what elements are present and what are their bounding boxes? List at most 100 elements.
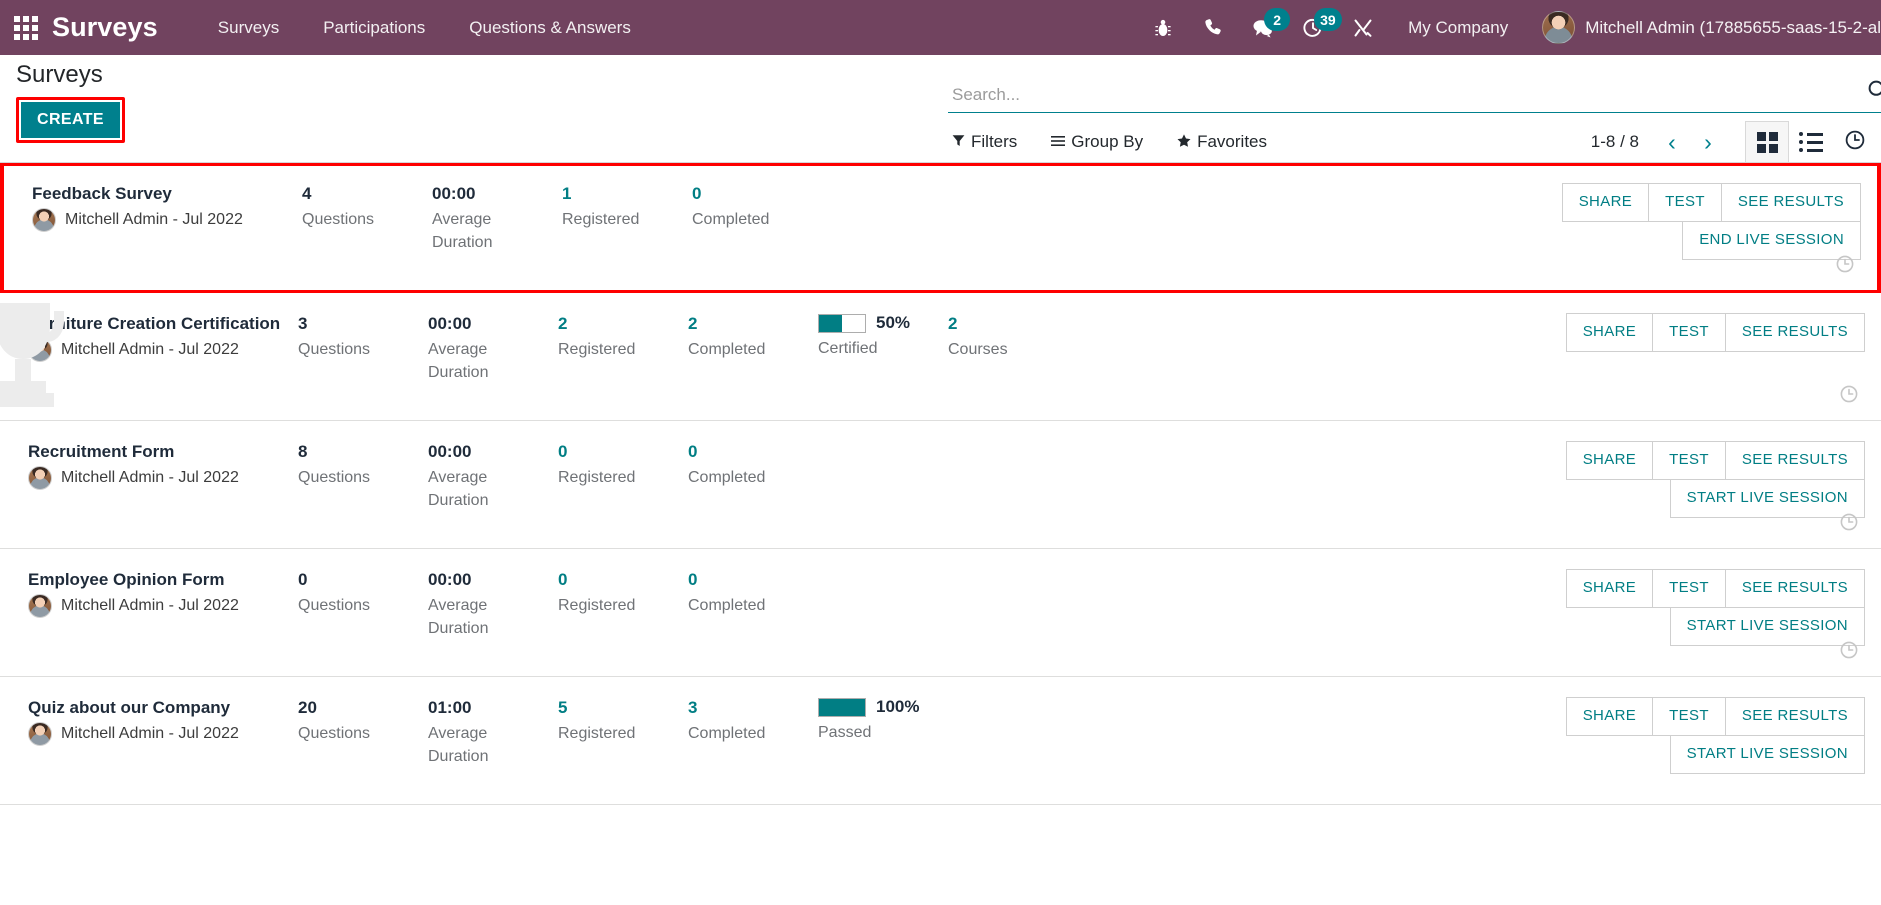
company-selector[interactable]: My Company	[1388, 0, 1528, 55]
row-actions-primary: SHARE TEST SEE RESULTS	[1565, 441, 1865, 480]
stat-registered: 2 Registered	[558, 311, 688, 361]
nav-item-questions-answers[interactable]: Questions & Answers	[447, 0, 653, 55]
test-button[interactable]: TEST	[1652, 569, 1726, 608]
chat-icon[interactable]: 2	[1238, 0, 1291, 55]
control-panel: Surveys CREATE Filters	[0, 55, 1881, 163]
record-name[interactable]: Furniture Creation Certification	[28, 312, 298, 336]
start-live-session-button[interactable]: START LIVE SESSION	[1669, 606, 1865, 646]
stat-questions: 20 Questions	[298, 695, 428, 745]
stat-completed: 0 Completed	[692, 181, 822, 231]
registered-value[interactable]: 2	[558, 312, 688, 336]
user-name-label: Mitchell Admin (17885655-saas-15-2-al	[1585, 17, 1881, 37]
table-row[interactable]: Feedback Survey Mitchell Admin - Jul 202…	[0, 163, 1881, 293]
test-button[interactable]: TEST	[1652, 697, 1726, 736]
progress-bar	[818, 697, 866, 717]
share-button[interactable]: SHARE	[1565, 697, 1654, 736]
main-nav-menu: Surveys Participations Questions & Answe…	[196, 0, 653, 55]
questions-label: Questions	[298, 597, 371, 615]
list-icon	[1799, 132, 1823, 152]
completed-value[interactable]: 0	[688, 568, 818, 592]
share-button[interactable]: SHARE	[1565, 569, 1654, 608]
completed-value[interactable]: 0	[688, 440, 818, 464]
completed-value[interactable]: 3	[688, 696, 818, 720]
activity-clock-icon[interactable]	[1835, 254, 1855, 279]
table-row[interactable]: Quiz about our Company Mitchell Admin - …	[0, 677, 1881, 805]
see-results-button[interactable]: SEE RESULTS	[1720, 183, 1861, 222]
stat-average-duration: 01:00 Average Duration	[428, 695, 558, 769]
see-results-button[interactable]: SEE RESULTS	[1724, 569, 1865, 608]
activity-clock-view-icon	[1844, 129, 1866, 156]
record-author-label: Mitchell Admin - Jul 2022	[61, 725, 239, 743]
record-name[interactable]: Employee Opinion Form	[28, 568, 298, 592]
create-button[interactable]: CREATE	[21, 101, 120, 138]
activity-clock-icon[interactable]	[1839, 640, 1859, 665]
record-author-label: Mitchell Admin - Jul 2022	[65, 211, 243, 229]
user-menu[interactable]: Mitchell Admin (17885655-saas-15-2-al	[1528, 0, 1881, 55]
record-name[interactable]: Recruitment Form	[28, 440, 298, 464]
pager-area: 1-8 / 8 ‹ ›	[1591, 121, 1881, 163]
tools-icon[interactable]	[1338, 0, 1388, 55]
row-actions-primary: SHARE TEST SEE RESULTS	[1561, 183, 1861, 222]
record-title-block: Quiz about our Company Mitchell Admin - …	[28, 695, 298, 747]
stat-average-duration: 00:00 Average Duration	[428, 567, 558, 641]
row-actions-primary: SHARE TEST SEE RESULTS	[1565, 313, 1865, 352]
phone-icon[interactable]	[1188, 0, 1238, 55]
see-results-button[interactable]: SEE RESULTS	[1724, 313, 1865, 352]
completed-value[interactable]: 0	[692, 182, 822, 206]
search-bar[interactable]	[948, 67, 1881, 113]
table-row[interactable]: Employee Opinion Form Mitchell Admin - J…	[0, 549, 1881, 677]
bug-icon[interactable]	[1138, 0, 1188, 55]
nav-item-surveys[interactable]: Surveys	[196, 0, 301, 55]
courses-value[interactable]: 2	[948, 312, 1068, 336]
activity-clock-icon[interactable]	[1839, 512, 1859, 537]
favorites-label: Favorites	[1197, 132, 1268, 151]
search-input[interactable]	[952, 85, 1881, 112]
share-button[interactable]: SHARE	[1561, 183, 1650, 222]
star-icon	[1177, 133, 1191, 151]
share-button[interactable]: SHARE	[1565, 441, 1654, 480]
group-by-dropdown[interactable]: Group By	[1051, 132, 1143, 152]
test-button[interactable]: TEST	[1652, 441, 1726, 480]
activity-clock-icon[interactable]	[1839, 384, 1859, 409]
record-author-label: Mitchell Admin - Jul 2022	[61, 341, 239, 359]
test-button[interactable]: TEST	[1648, 183, 1722, 222]
apps-menu-button[interactable]	[0, 0, 52, 55]
avatar	[28, 338, 52, 363]
test-button[interactable]: TEST	[1652, 313, 1726, 352]
activity-clock-icon[interactable]: 39	[1288, 0, 1342, 55]
start-live-session-button[interactable]: START LIVE SESSION	[1669, 478, 1865, 518]
search-icon[interactable]	[1867, 79, 1881, 106]
registered-value[interactable]: 1	[562, 182, 692, 206]
favorites-dropdown[interactable]: Favorites	[1177, 132, 1267, 152]
list-view-button[interactable]	[1789, 121, 1833, 163]
registered-value[interactable]: 5	[558, 696, 688, 720]
stat-average-duration: 00:00 Average Duration	[428, 311, 558, 385]
see-results-button[interactable]: SEE RESULTS	[1724, 441, 1865, 480]
record-name[interactable]: Feedback Survey	[32, 182, 302, 206]
registered-label: Registered	[558, 597, 636, 615]
registered-value[interactable]: 0	[558, 440, 688, 464]
stat-questions: 8 Questions	[298, 439, 428, 489]
pager-next-button[interactable]: ›	[1691, 125, 1725, 159]
registered-label: Registered	[562, 211, 640, 229]
filters-dropdown[interactable]: Filters	[952, 132, 1017, 152]
record-name[interactable]: Quiz about our Company	[28, 696, 298, 720]
pager-previous-button[interactable]: ‹	[1655, 125, 1689, 159]
activity-view-button[interactable]	[1833, 121, 1877, 163]
nav-item-participations[interactable]: Participations	[301, 0, 447, 55]
start-live-session-button[interactable]: START LIVE SESSION	[1669, 734, 1865, 774]
passed-percent: 100%	[876, 697, 920, 716]
table-row[interactable]: Recruitment Form Mitchell Admin - Jul 20…	[0, 421, 1881, 549]
share-button[interactable]: SHARE	[1565, 313, 1654, 352]
completed-value[interactable]: 2	[688, 312, 818, 336]
page-title: Surveys	[16, 61, 103, 88]
see-results-button[interactable]: SEE RESULTS	[1724, 697, 1865, 736]
registered-value[interactable]: 0	[558, 568, 688, 592]
kanban-view-button[interactable]	[1745, 121, 1789, 163]
stat-certified: 50% Certified	[818, 311, 948, 360]
filter-funnel-icon	[952, 134, 965, 151]
completed-label: Completed	[692, 211, 770, 229]
table-row[interactable]: Furniture Creation Certification Mitchel…	[0, 293, 1881, 421]
stat-passed: 100% Passed	[818, 695, 948, 744]
create-button-highlight: CREATE	[16, 96, 125, 143]
